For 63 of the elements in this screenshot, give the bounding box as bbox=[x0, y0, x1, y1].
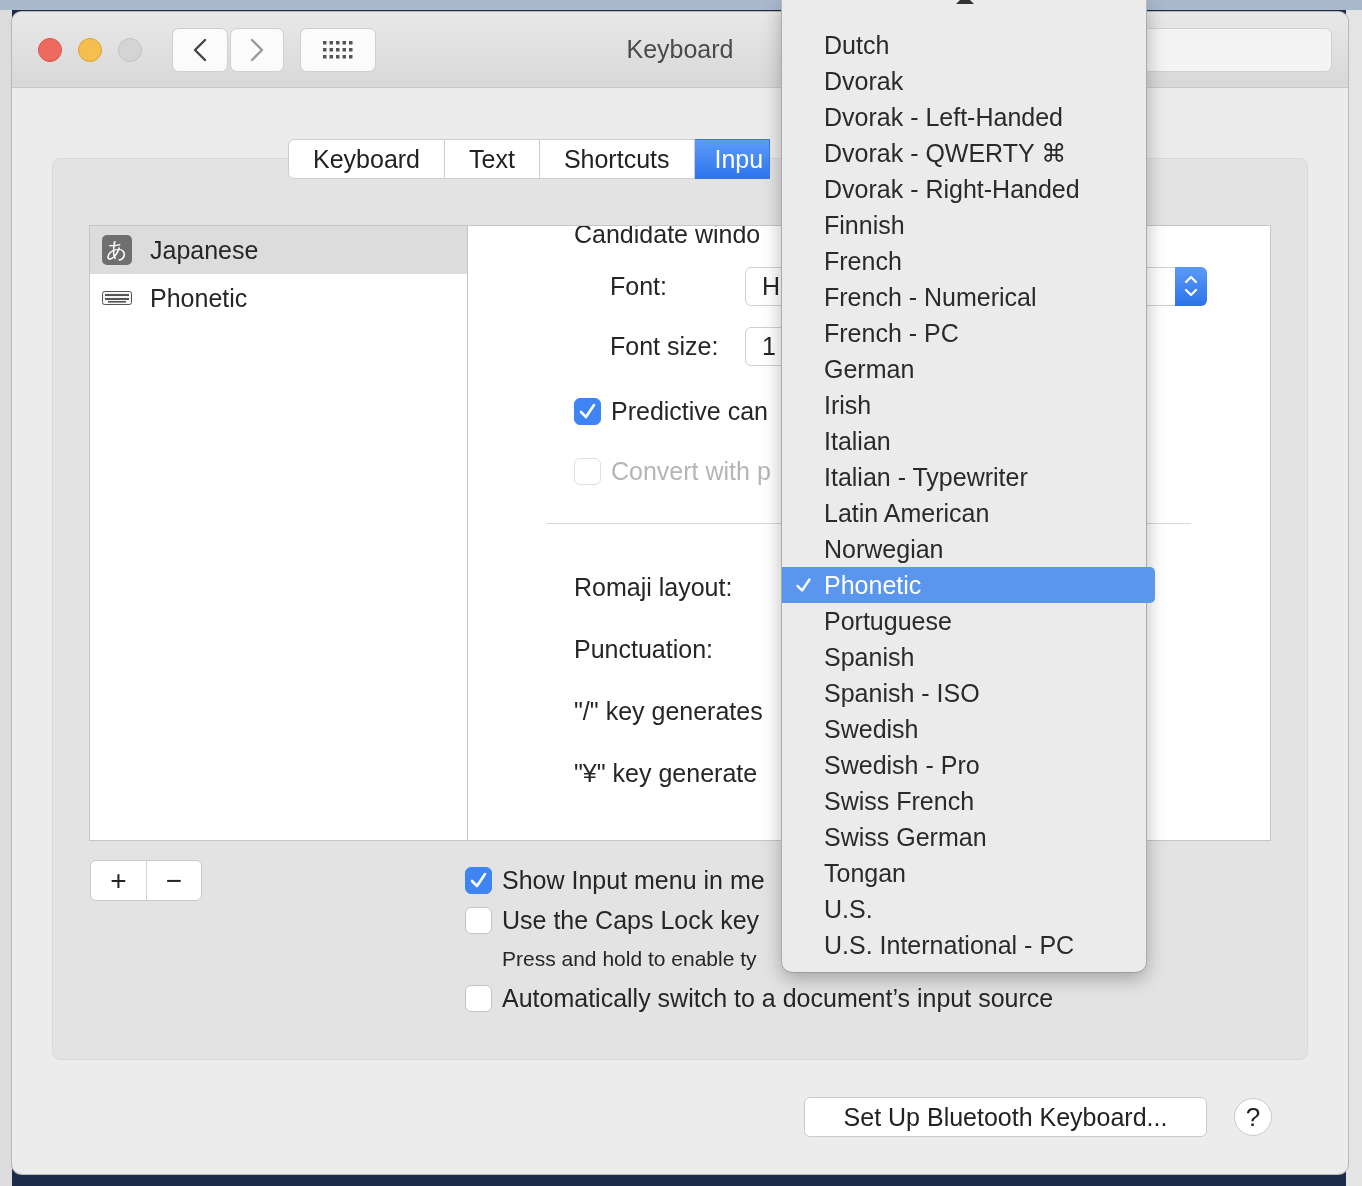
menu-item[interactable]: French - PC bbox=[782, 315, 1146, 351]
minimize-button[interactable] bbox=[78, 37, 102, 62]
menu-item[interactable]: Dvorak bbox=[782, 63, 1146, 99]
grid-icon bbox=[323, 40, 353, 59]
checkbox[interactable] bbox=[465, 906, 492, 934]
menu-item[interactable]: Swiss French bbox=[782, 783, 1146, 819]
menu-item[interactable]: Spanish bbox=[782, 639, 1146, 675]
menu-item[interactable]: Swiss German bbox=[782, 819, 1146, 855]
chevron-left-icon bbox=[193, 37, 207, 62]
hint-text: Press and hold to enable ty bbox=[502, 947, 757, 971]
menu-item[interactable]: Dvorak - QWERTY ⌘ bbox=[782, 135, 1146, 171]
checkbox[interactable] bbox=[465, 984, 492, 1012]
checkbox-label: Predictive can bbox=[611, 396, 769, 426]
add-button[interactable]: + bbox=[91, 861, 146, 900]
menu-item[interactable]: Norwegian bbox=[782, 531, 1146, 567]
menu-item[interactable]: French bbox=[782, 243, 1146, 279]
checkbox-label: Automatically switch to a document’s input source bbox=[502, 983, 1054, 1013]
remove-button[interactable]: − bbox=[146, 861, 201, 900]
menu-item[interactable]: Italian - Typewriter bbox=[782, 459, 1146, 495]
window-title: Keyboard bbox=[626, 35, 734, 64]
menu-item[interactable]: Dvorak - Right-Handed bbox=[782, 171, 1146, 207]
menu-item[interactable]: German bbox=[782, 351, 1146, 387]
help-button[interactable]: ? bbox=[1234, 1098, 1272, 1136]
menu-item[interactable]: Tongan bbox=[782, 855, 1146, 891]
japanese-input-icon: あ bbox=[102, 235, 132, 265]
tab[interactable]: Inpu bbox=[694, 139, 771, 179]
field-label: Font size: bbox=[610, 331, 720, 361]
menu-item[interactable]: Dutch bbox=[782, 27, 1146, 63]
bluetooth-setup-button[interactable]: Set Up Bluetooth Keyboard... bbox=[804, 1097, 1207, 1137]
setting-label: Romaji layout: bbox=[574, 572, 733, 602]
tab[interactable]: Keyboard bbox=[288, 139, 446, 179]
back-button[interactable] bbox=[172, 27, 228, 72]
menu-item[interactable]: Latin American bbox=[782, 495, 1146, 531]
menu-item[interactable]: Portuguese bbox=[782, 603, 1146, 639]
keyboard-icon bbox=[102, 291, 132, 305]
menu-item[interactable]: Dvorak - Left-Handed bbox=[782, 99, 1146, 135]
menu-item[interactable]: Swedish bbox=[782, 711, 1146, 747]
menu-item[interactable]: U.S. bbox=[782, 891, 1146, 927]
menu-item[interactable]: Spanish - ISO bbox=[782, 675, 1146, 711]
setting-label: "/" key generates bbox=[574, 696, 763, 726]
input-source-item[interactable]: あ Japanese bbox=[90, 226, 467, 274]
menu-item[interactable]: Swedish - Pro bbox=[782, 747, 1146, 783]
field-label: Font: bbox=[610, 271, 668, 301]
checkbox[interactable] bbox=[574, 397, 601, 425]
input-source-item[interactable]: Phonetic bbox=[90, 274, 467, 322]
setting-label: "¥" key generate bbox=[574, 758, 758, 788]
close-button[interactable] bbox=[38, 37, 62, 62]
setting-label: Punctuation: bbox=[574, 634, 713, 664]
checkbox-label: Show Input menu in me bbox=[502, 865, 765, 895]
menu-item[interactable]: U.S. International - PC bbox=[782, 927, 1146, 963]
menu-item[interactable]: Irish bbox=[782, 387, 1146, 423]
show-all-button[interactable] bbox=[300, 27, 376, 72]
checkbox[interactable] bbox=[465, 866, 492, 894]
menu-item[interactable]: Finnish bbox=[782, 207, 1146, 243]
menu-item[interactable]: French - Numerical bbox=[782, 279, 1146, 315]
checkbox-label: Use the Caps Lock key bbox=[502, 905, 760, 935]
checkbox-label: Convert with p bbox=[611, 456, 771, 486]
zoom-button[interactable] bbox=[118, 37, 142, 62]
scroll-up-icon[interactable] bbox=[954, 0, 976, 4]
menu-item[interactable]: Italian bbox=[782, 423, 1146, 459]
tab[interactable]: Text bbox=[445, 139, 540, 179]
chevron-right-icon bbox=[250, 37, 264, 62]
tab[interactable]: Shortcuts bbox=[539, 139, 695, 179]
